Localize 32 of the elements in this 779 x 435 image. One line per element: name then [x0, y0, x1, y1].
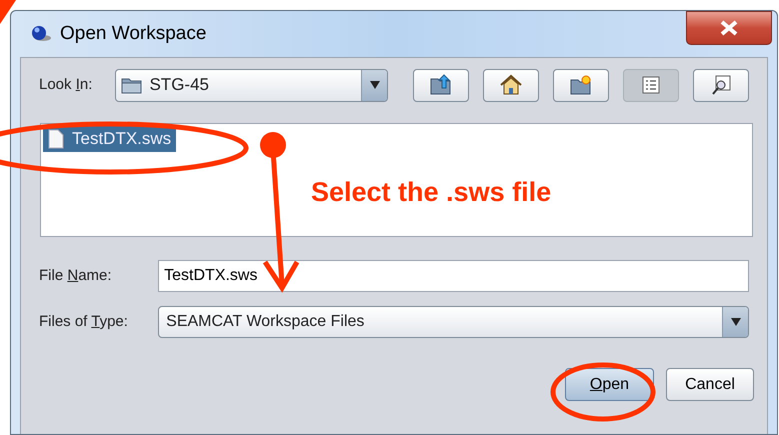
toolbar-button[interactable]: [483, 68, 539, 102]
file-icon: [48, 129, 64, 149]
caret-icon: [730, 318, 740, 326]
file-item[interactable]: TestDTX.sws: [43, 126, 176, 152]
toolbar-button[interactable]: [693, 68, 749, 102]
toolbar-button[interactable]: [623, 68, 679, 102]
toolbar-button[interactable]: [413, 68, 469, 102]
dropdown-arrow-button[interactable]: [361, 70, 387, 100]
annotation-text: Select the .sws file: [311, 176, 552, 209]
app-icon: [30, 25, 52, 43]
close-icon: [718, 20, 740, 36]
file-type-label: Files of Type:: [39, 312, 129, 332]
window-title: Open Workspace: [60, 22, 206, 46]
look-in-value: STG-45: [149, 74, 209, 96]
file-type-value: SEAMCAT Workspace Files: [166, 312, 364, 332]
caret-icon: [370, 81, 380, 89]
file-type-dropdown[interactable]: SEAMCAT Workspace Files: [158, 306, 749, 338]
new-folder-icon: [569, 74, 593, 96]
dialog-button[interactable]: Cancel: [666, 368, 754, 401]
file-name-field[interactable]: TestDTX.sws: [158, 260, 749, 292]
look-in-label: Look In:: [39, 74, 94, 95]
folder-up-icon: [429, 74, 453, 96]
home-icon: [499, 74, 523, 96]
folder-icon: [121, 76, 144, 94]
list-view-icon: [641, 75, 661, 95]
close-button[interactable]: [686, 11, 772, 45]
arrow-head-mark: [0, 0, 16, 24]
details-view-icon: [710, 74, 732, 96]
file-name-label: File Name:: [39, 266, 113, 286]
look-in-dropdown[interactable]: STG-45: [115, 68, 388, 102]
dropdown-arrow-button[interactable]: [722, 307, 748, 337]
toolbar-button[interactable]: [553, 68, 609, 102]
